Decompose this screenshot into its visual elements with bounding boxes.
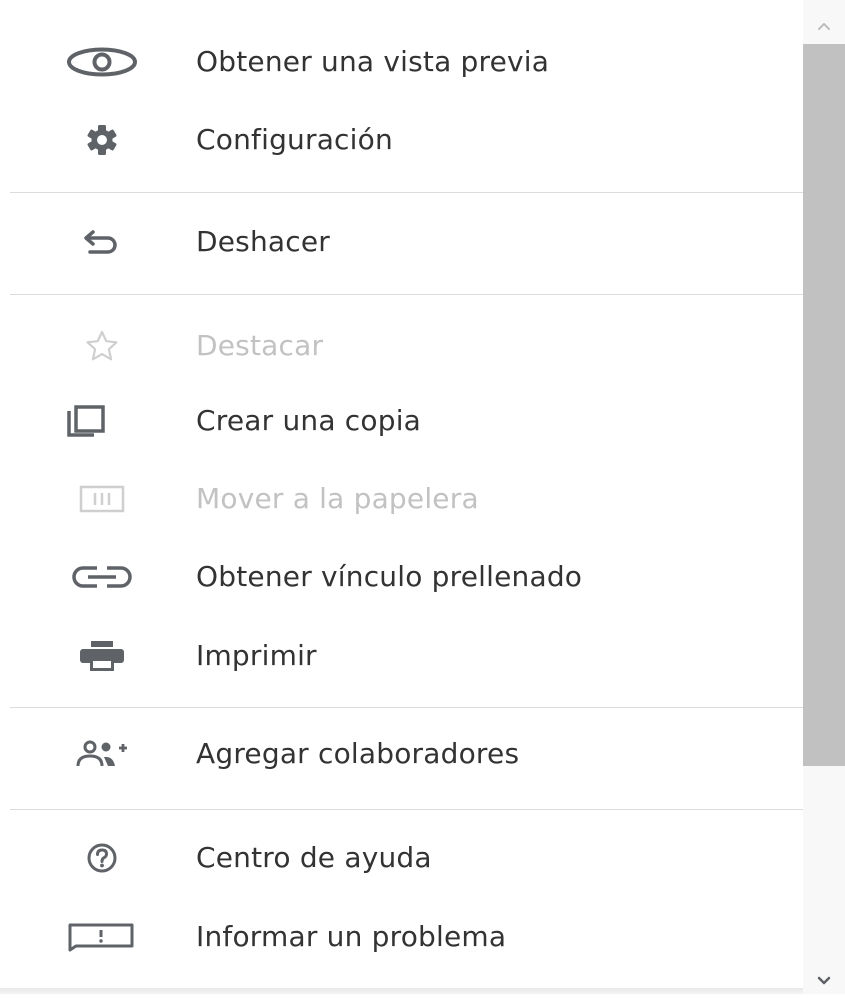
menu-item-label: Obtener una vista previa: [196, 45, 550, 78]
menu-item-add-collaborators[interactable]: Agregar colaboradores: [0, 726, 803, 782]
help-circle-icon: [87, 843, 117, 873]
feedback-icon: [68, 923, 134, 952]
menu-item-print[interactable]: Imprimir: [0, 628, 803, 684]
menu-item-label: Agregar colaboradores: [196, 737, 520, 770]
menu-item-label: Obtener vínculo prellenado: [196, 560, 583, 593]
menu-item-settings[interactable]: Configuración: [0, 112, 803, 168]
menu-item-preview[interactable]: Obtener una vista previa: [0, 34, 803, 90]
menu-item-label: Configuración: [196, 123, 393, 156]
eye-icon: [67, 47, 137, 77]
menu-divider: [10, 294, 803, 295]
menu-divider: [10, 809, 803, 810]
menu-item-help-center[interactable]: Centro de ayuda: [0, 830, 803, 886]
undo-icon: [84, 230, 117, 254]
chevron-down-icon: [817, 976, 831, 985]
gear-icon: [87, 125, 117, 155]
menu-item-label: Deshacer: [196, 225, 331, 258]
menu-bottom-edge: [0, 988, 803, 994]
menu-item-trash[interactable]: Mover a la papelera: [0, 471, 803, 527]
scroll-up-button[interactable]: [803, 0, 845, 44]
menu-divider: [10, 707, 803, 708]
more-options-menu: Obtener una vista previa Configuración D…: [0, 0, 803, 994]
menu-item-label: Imprimir: [196, 639, 317, 672]
add-people-icon: [76, 740, 127, 767]
copy-icon: [67, 405, 105, 437]
menu-item-copy[interactable]: Crear una copia: [0, 393, 803, 449]
menu-item-star[interactable]: Destacar: [0, 318, 803, 374]
vertical-scrollbar[interactable]: [803, 0, 845, 994]
scroll-down-button[interactable]: [803, 950, 845, 994]
menu-item-prefilled-link[interactable]: Obtener vínculo prellenado: [0, 549, 803, 605]
menu-item-label: Centro de ayuda: [196, 841, 432, 874]
menu-item-report-problem[interactable]: Informar un problema: [0, 909, 803, 965]
menu-divider: [10, 192, 803, 193]
scroll-thumb[interactable]: [803, 44, 845, 766]
menu-item-label: Mover a la papelera: [196, 482, 479, 515]
link-icon: [72, 566, 132, 588]
menu-item-label: Informar un problema: [196, 920, 507, 953]
star-outline-icon: [86, 330, 118, 361]
menu-item-label: Crear una copia: [196, 404, 422, 437]
chevron-up-icon: [818, 23, 830, 30]
menu-item-undo[interactable]: Deshacer: [0, 214, 803, 270]
menu-item-label: Destacar: [196, 329, 324, 362]
trash-icon: [79, 485, 125, 513]
printer-icon: [80, 641, 124, 671]
